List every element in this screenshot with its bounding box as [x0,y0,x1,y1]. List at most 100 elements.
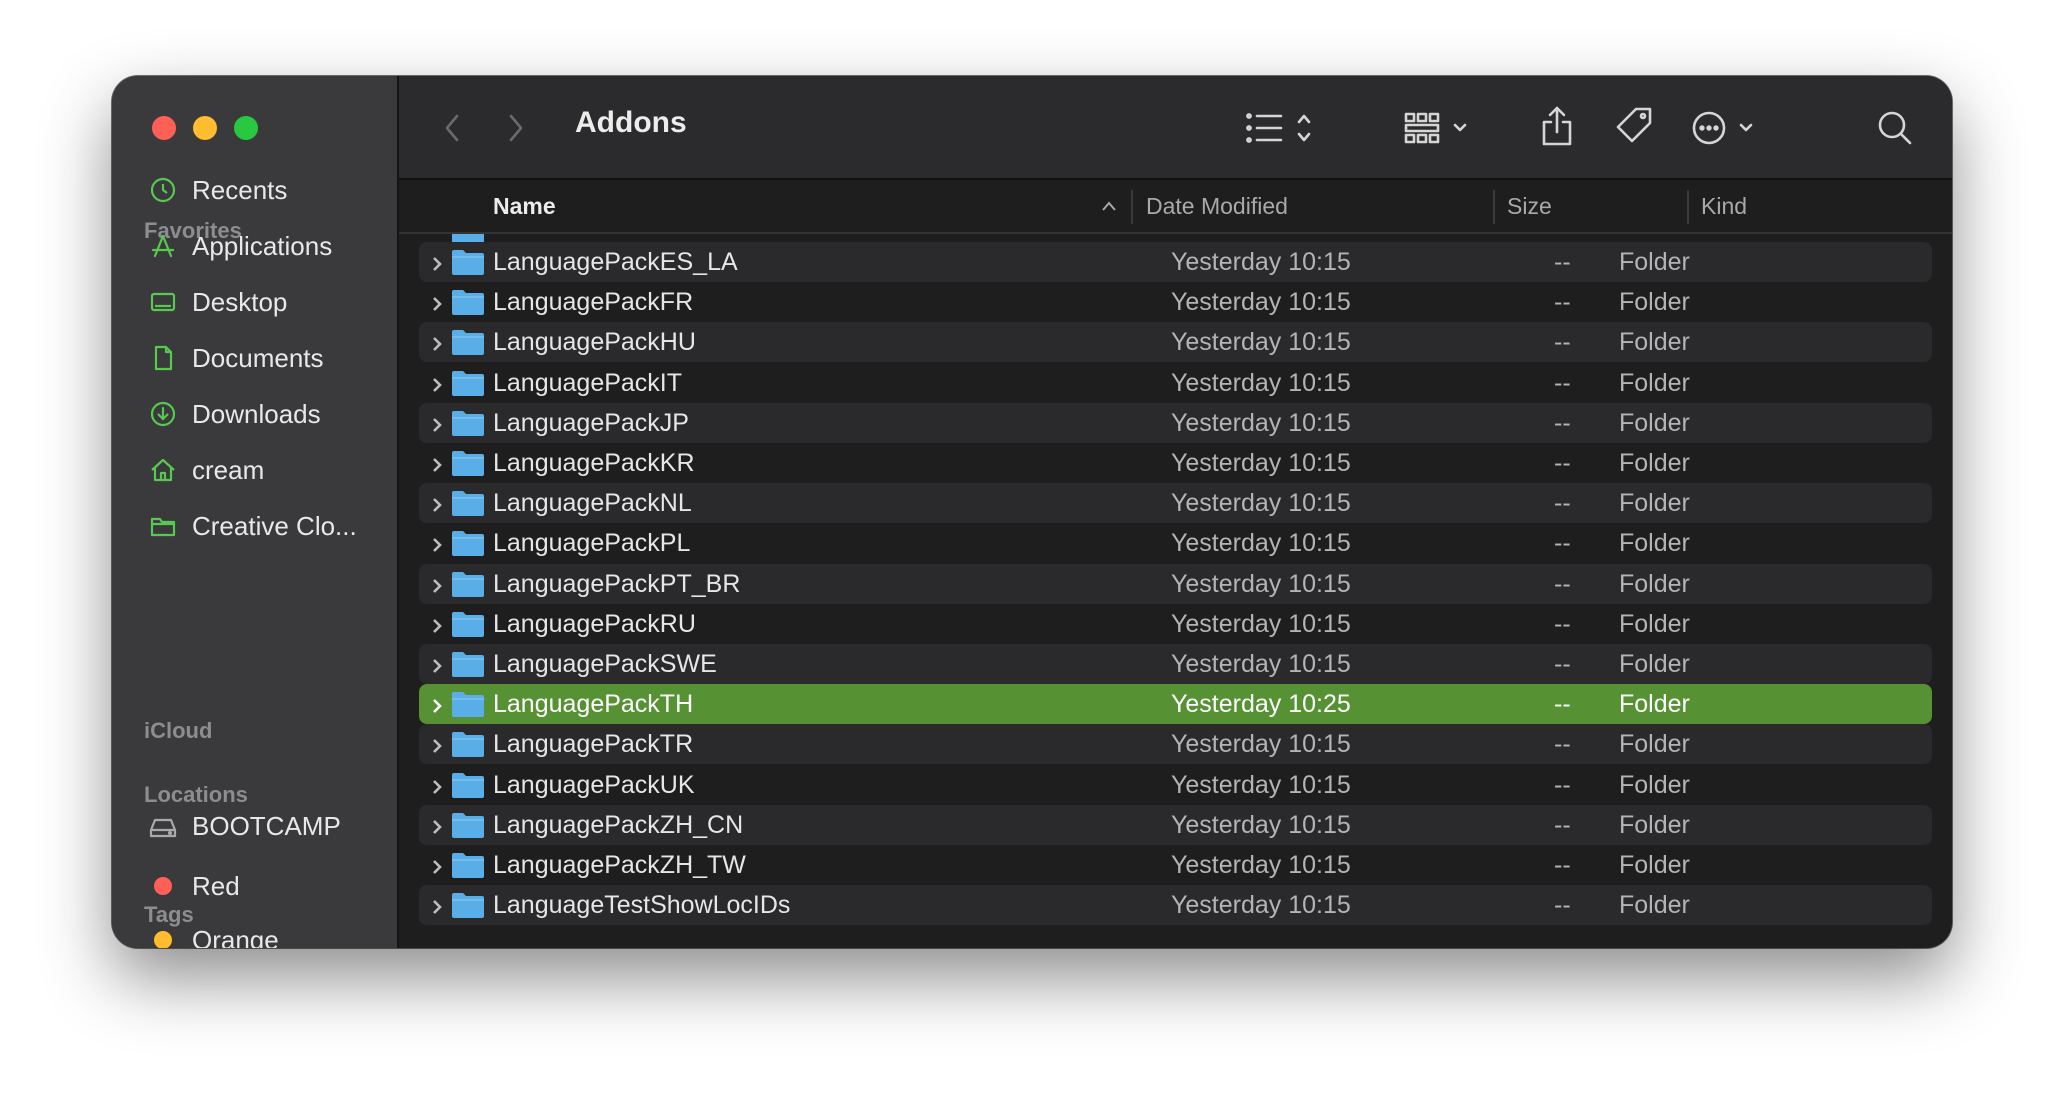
file-name: LanguagePackTH [493,690,694,719]
column-header-kind[interactable]: Kind [1701,193,1747,220]
group-button[interactable] [1403,106,1481,150]
disclosure-chevron-icon[interactable] [427,855,447,875]
file-name: LanguagePackFR [493,288,694,317]
back-button[interactable] [435,108,469,148]
disclosure-chevron-icon[interactable] [427,292,447,312]
sidebar-item-documents[interactable]: Documents [148,338,388,378]
file-date-modified: Yesterday 10:15 [1171,609,1351,638]
column-divider[interactable] [1131,190,1133,224]
sidebar-tag-red[interactable]: Red [148,866,388,906]
file-size: -- [1554,529,1571,558]
close-button[interactable] [152,116,176,140]
grid-group-icon [1404,112,1467,144]
disclosure-chevron-icon[interactable] [427,332,447,352]
minimize-button[interactable] [193,116,217,140]
disclosure-chevron-icon[interactable] [427,895,447,915]
column-header-name[interactable]: Name [493,193,556,220]
table-row[interactable]: LanguageTestShowLocIDs Yesterday 10:15 -- F… [419,885,1932,926]
file-name: LanguagePackIT [493,368,683,397]
table-row[interactable]: LanguagePackZH_TW Yesterday 10:15 -- Folder [419,845,1932,885]
disclosure-chevron-icon[interactable] [427,614,447,634]
more-actions-button[interactable] [1691,106,1767,150]
sidebar-item-label: BOOTCAMP [192,810,341,841]
file-name: LanguagePackUK [493,770,695,799]
sidebar-tag-orange[interactable]: Orange [148,920,388,948]
tag-button[interactable] [1613,104,1657,148]
table-row[interactable]: LanguagePackKR Yesterday 10:15 -- Folder [419,443,1932,483]
column-header-date[interactable]: Date Modified [1146,193,1288,220]
disclosure-chevron-icon[interactable] [427,453,447,473]
sort-ascending-icon [1102,201,1116,211]
table-row[interactable]: LanguagePackES_LA Yesterday 10:15 -- Folder [419,242,1932,282]
zoom-button[interactable] [234,116,258,140]
file-size: -- [1554,449,1571,477]
file-size: -- [1554,609,1571,638]
table-row[interactable]: LanguagePackJP Yesterday 10:15 -- Folder [419,402,1932,443]
file-size: -- [1554,328,1571,357]
disclosure-chevron-icon[interactable] [427,775,447,795]
folder-icon [451,409,485,437]
folder-icon [451,891,485,919]
table-row[interactable]: LanguagePackHU Yesterday 10:15 -- Folder [419,322,1932,363]
table-row[interactable]: LanguagePackFR Yesterday 10:15 -- Folder [419,282,1932,322]
disclosure-chevron-icon[interactable] [427,533,447,553]
file-date-modified: Yesterday 10:15 [1171,328,1351,357]
disclosure-chevron-icon[interactable] [427,694,447,714]
disclosure-chevron-icon[interactable] [427,654,447,674]
share-button[interactable] [1537,102,1577,150]
locations-section-label: Locations [144,782,248,807]
disclosure-chevron-icon[interactable] [427,373,447,393]
table-row[interactable]: LanguagePackTR Yesterday 10:15 -- Folder [419,724,1932,765]
column-divider[interactable] [1493,190,1495,224]
table-row[interactable]: LanguagePackZH_CN Yesterday 10:15 -- Folder [419,804,1932,845]
ellipsis-circle-icon [1692,111,1753,145]
sidebar-item-cream[interactable]: cream [148,450,388,490]
disclosure-chevron-icon[interactable] [427,493,447,513]
file-kind: Folder [1619,690,1690,719]
window-title: Addons [575,106,687,139]
table-row[interactable]: LanguagePackTH Yesterday 10:25 -- Folder [419,684,1932,725]
disclosure-chevron-icon[interactable] [427,252,447,272]
table-row[interactable]: LanguagePackSWE Yesterday 10:15 -- Folder [419,644,1932,684]
file-kind: Folder [1619,770,1690,799]
file-name: LanguagePackZH_CN [493,810,744,839]
table-row[interactable]: LanguagePackIT Yesterday 10:15 -- Folder [419,363,1932,403]
file-name: LanguagePackHU [493,328,696,357]
file-size: -- [1554,810,1571,839]
sidebar-item-bootcamp[interactable]: BOOTCAMP [148,806,388,846]
table-row[interactable]: LanguagePackPT_BR Yesterday 10:15 -- Folder [419,563,1932,604]
file-date-modified: Yesterday 10:15 [1171,449,1351,477]
sidebar-item-desktop[interactable]: Desktop [148,282,388,322]
disclosure-chevron-icon[interactable] [427,574,447,594]
table-row[interactable]: LanguagePackPL Yesterday 10:15 -- Folder [419,523,1932,563]
file-date-modified: Yesterday 10:15 [1171,891,1351,920]
table-row[interactable]: LanguagePackUK Yesterday 10:15 -- Folder [419,765,1932,805]
file-kind: Folder [1619,489,1690,518]
file-date-modified: Yesterday 10:25 [1171,690,1351,719]
sidebar-item-downloads[interactable]: Downloads [148,394,388,434]
file-list: LanguagePackES_LA Yesterday 10:15 -- Folder… [399,234,1952,948]
table-row[interactable]: LanguagePackNL Yesterday 10:15 -- Folder [419,483,1932,524]
sidebar-item-creative-cloud[interactable]: Creative Clo... [148,506,388,546]
column-divider[interactable] [1687,190,1689,224]
file-size: -- [1554,408,1571,437]
disclosure-chevron-icon[interactable] [427,815,447,835]
file-size: -- [1554,891,1571,920]
file-kind: Folder [1619,609,1690,638]
chevron-right-icon [509,114,523,142]
window-controls [152,116,258,140]
sidebar-item-applications[interactable]: Applications [148,226,388,266]
disclosure-chevron-icon[interactable] [427,413,447,433]
file-size: -- [1554,690,1571,719]
folder-icon [451,690,485,718]
view-options-button[interactable] [1245,106,1321,150]
table-row[interactable]: LanguagePackRU Yesterday 10:15 -- Folder [419,604,1932,644]
file-name: LanguagePackPT_BR [493,569,741,598]
search-button[interactable] [1875,106,1915,150]
file-kind: Folder [1619,248,1690,276]
file-date-modified: Yesterday 10:15 [1171,730,1351,759]
disclosure-chevron-icon[interactable] [427,734,447,754]
column-header-size[interactable]: Size [1507,193,1552,220]
forward-button[interactable] [499,108,533,148]
sidebar-item-recents[interactable]: Recents [148,170,388,210]
